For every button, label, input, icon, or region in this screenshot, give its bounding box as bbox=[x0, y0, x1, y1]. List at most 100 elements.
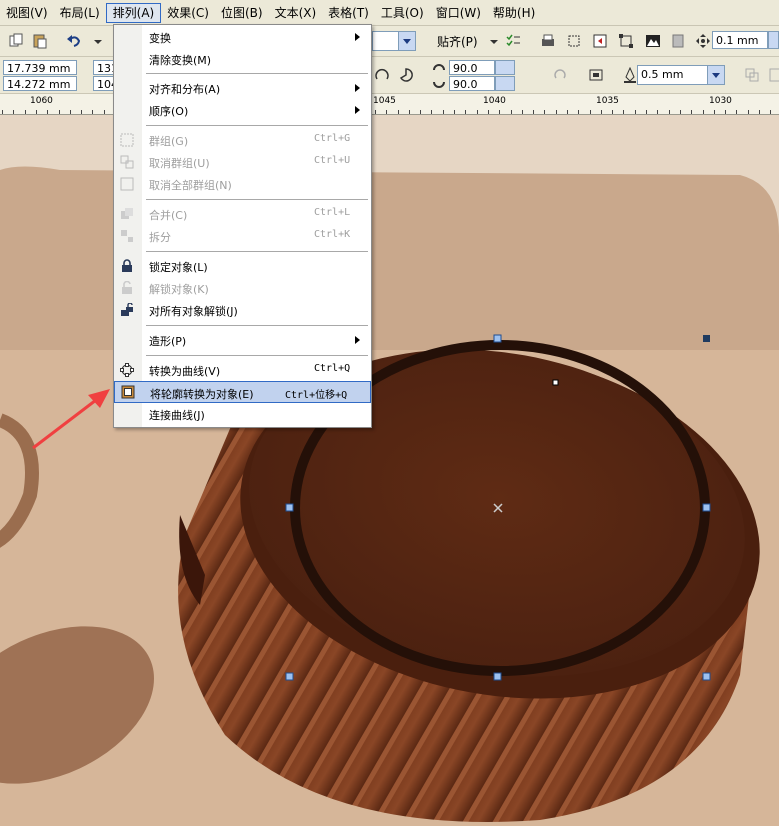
bbox-icon[interactable] bbox=[618, 33, 634, 49]
menu-item-combine[interactable]: 合并(C) Ctrl+L bbox=[114, 203, 371, 225]
width-input[interactable]: 131 bbox=[93, 60, 118, 75]
menu-item-transform[interactable]: 变换 bbox=[114, 26, 371, 48]
menu-item-align-distribute[interactable]: 对齐和分布(A) bbox=[114, 77, 371, 99]
group-icon bbox=[120, 133, 134, 147]
snap-button[interactable]: 贴齐(P) bbox=[437, 33, 478, 50]
ruler-label: 1040 bbox=[483, 96, 506, 106]
menu-separator bbox=[146, 325, 368, 326]
height-input[interactable]: 104 bbox=[93, 76, 118, 91]
ruler-tick bbox=[477, 110, 478, 114]
menu-separator bbox=[146, 125, 368, 126]
printer-icon[interactable] bbox=[540, 33, 556, 49]
menu-item-join-curves[interactable]: 连接曲线(J) bbox=[114, 403, 371, 425]
outline-width-dropdown[interactable]: 0.5 mm bbox=[637, 65, 725, 85]
submenu-arrow-icon bbox=[355, 106, 364, 114]
menu-item-ungroup-all[interactable]: 取消全部群组(N) bbox=[114, 173, 371, 195]
bitmap-icon[interactable] bbox=[645, 33, 661, 49]
menu-separator bbox=[146, 73, 368, 74]
ruler-tick bbox=[36, 110, 37, 114]
menu-item-convert-to-curves[interactable]: 转换为曲线(V) Ctrl+Q bbox=[114, 359, 371, 381]
menu-item-unlock-all[interactable]: 对所有对象解锁(J) bbox=[114, 299, 371, 321]
ruler-tick bbox=[590, 110, 591, 114]
menu-arrange[interactable]: 排列(A) bbox=[105, 2, 162, 23]
ruler-tick bbox=[2, 110, 3, 114]
menu-layout[interactable]: 布局(L) bbox=[54, 3, 106, 23]
menu-effects[interactable]: 效果(C) bbox=[161, 3, 215, 23]
ruler-tick bbox=[657, 110, 658, 114]
start-angle-input[interactable]: 90.0 bbox=[449, 60, 495, 75]
convert-icon[interactable] bbox=[744, 67, 760, 83]
ruler-tick bbox=[578, 110, 579, 114]
menu-item-lock-object[interactable]: 锁定对象(L) bbox=[114, 255, 371, 277]
wrap-text-icon[interactable] bbox=[588, 67, 604, 83]
ruler-tick bbox=[714, 110, 715, 114]
ruler-tick bbox=[544, 110, 545, 114]
menu-table[interactable]: 表格(T) bbox=[322, 3, 375, 23]
menu-item-convert-outline-to-object[interactable]: 将轮廓转换为对象(E) Ctrl+位移+Q bbox=[114, 381, 371, 403]
ruler-tick bbox=[420, 110, 421, 114]
ruler-tick bbox=[386, 110, 387, 114]
ruler-tick bbox=[104, 110, 105, 114]
menu-item-order[interactable]: 顺序(O) bbox=[114, 99, 371, 121]
ruler-tick bbox=[533, 110, 534, 114]
y-position-input[interactable]: 14.272 mm bbox=[3, 76, 77, 91]
ruler-tick bbox=[499, 110, 500, 114]
undo-icon[interactable] bbox=[66, 33, 82, 49]
menu-item-unlock-object[interactable]: 解锁对象(K) bbox=[114, 277, 371, 299]
x-position-input[interactable]: 17.739 mm bbox=[3, 60, 77, 75]
chevron-down-icon bbox=[398, 32, 415, 50]
ruler-tick bbox=[13, 110, 14, 114]
ruler-tick bbox=[669, 110, 670, 114]
ruler-label: 1030 bbox=[709, 96, 732, 106]
end-angle-spinner[interactable] bbox=[495, 76, 515, 91]
menu-bitmaps[interactable]: 位图(B) bbox=[215, 3, 269, 23]
undo-dropdown-icon[interactable] bbox=[90, 33, 106, 49]
menu-item-shaping[interactable]: 造形(P) bbox=[114, 329, 371, 351]
ruler-tick bbox=[47, 110, 48, 114]
menu-text[interactable]: 文本(X) bbox=[269, 3, 323, 23]
menu-help[interactable]: 帮助(H) bbox=[487, 3, 541, 23]
nudge-spinner[interactable] bbox=[768, 31, 779, 49]
ruler-tick bbox=[646, 110, 647, 114]
lock-icon bbox=[122, 259, 132, 272]
ruler-tick bbox=[612, 110, 613, 114]
ruler-label: 1035 bbox=[596, 96, 619, 106]
ruler-tick bbox=[25, 110, 26, 114]
menu-item-break-apart[interactable]: 拆分 Ctrl+K bbox=[114, 225, 371, 247]
menu-item-group[interactable]: 群组(G) Ctrl+G bbox=[114, 129, 371, 151]
menu-window[interactable]: 窗口(W) bbox=[430, 3, 487, 23]
arc-icon[interactable] bbox=[374, 67, 390, 83]
outline-pen-icon bbox=[624, 67, 636, 83]
menu-view[interactable]: 视图(V) bbox=[0, 3, 54, 23]
nudge-icon[interactable] bbox=[695, 33, 711, 49]
arrange-menu: 变换 清除变换(M) 对齐和分布(A) 顺序(O) 群组(G) Ctrl+G 取消… bbox=[113, 24, 372, 428]
menu-item-clear-transform[interactable]: 清除变换(M) bbox=[114, 48, 371, 70]
ruler-label: 1060 bbox=[30, 96, 53, 106]
nudge-distance-input[interactable]: 0.1 mm bbox=[712, 31, 768, 49]
paste-icon[interactable] bbox=[32, 33, 48, 49]
transform-icon[interactable] bbox=[566, 33, 582, 49]
copy-icon[interactable] bbox=[8, 33, 24, 49]
ruler-tick bbox=[635, 110, 636, 114]
snap-dropdown-icon[interactable] bbox=[486, 33, 502, 49]
ruler-tick bbox=[736, 110, 737, 114]
end-angle-input[interactable]: 90.0 bbox=[449, 76, 495, 91]
ungroup-icon bbox=[120, 155, 134, 169]
ruler-tick bbox=[465, 110, 466, 114]
pie-icon[interactable] bbox=[398, 67, 414, 83]
ruler-tick bbox=[398, 110, 399, 114]
checklist-icon[interactable] bbox=[505, 33, 521, 49]
menu-tools[interactable]: 工具(O) bbox=[375, 3, 430, 23]
menu-separator bbox=[146, 355, 368, 356]
import-icon[interactable] bbox=[592, 33, 608, 49]
ruler-tick bbox=[623, 110, 624, 114]
menu-item-ungroup[interactable]: 取消群组(U) Ctrl+U bbox=[114, 151, 371, 173]
export-icon[interactable] bbox=[670, 33, 686, 49]
zoom-dropdown[interactable] bbox=[372, 31, 416, 51]
submenu-arrow-icon bbox=[355, 33, 364, 41]
ruler-tick bbox=[443, 110, 444, 114]
more-icon[interactable] bbox=[768, 67, 779, 83]
ruler-tick bbox=[680, 110, 681, 114]
direction-icon[interactable] bbox=[552, 67, 568, 83]
start-angle-spinner[interactable] bbox=[495, 60, 515, 75]
